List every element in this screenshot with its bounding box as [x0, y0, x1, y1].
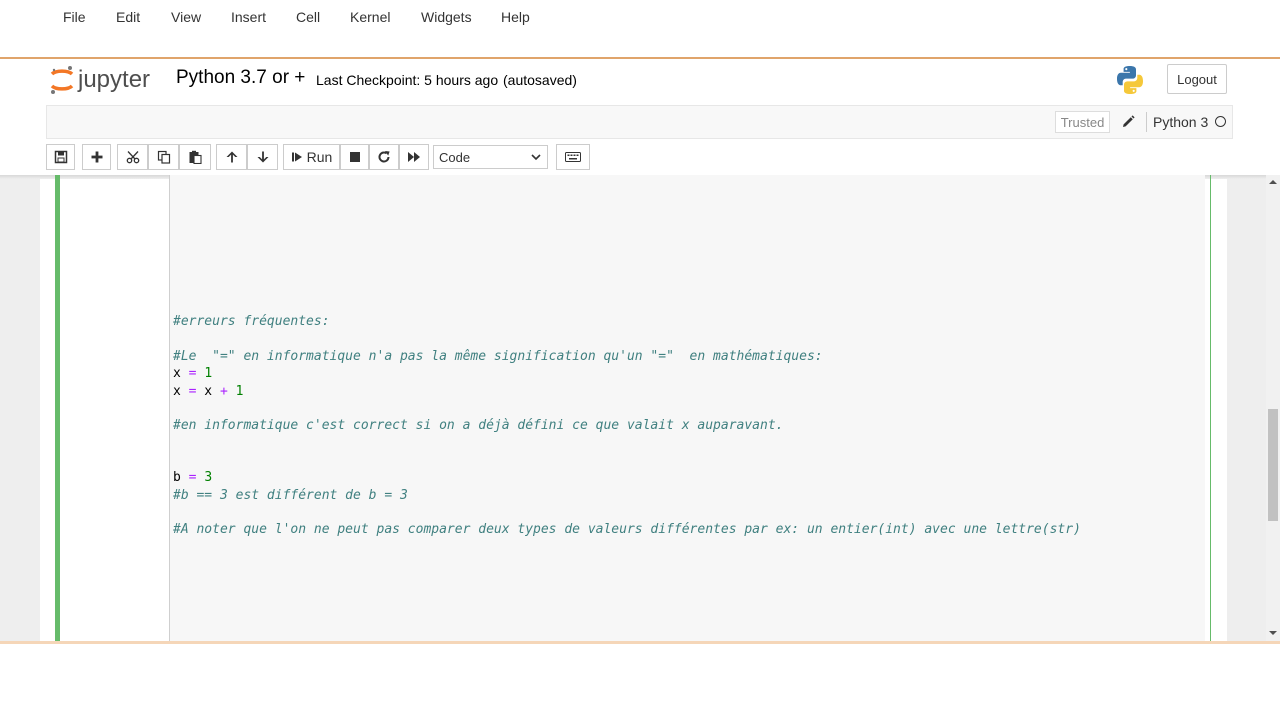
logout-button[interactable]: Logout [1167, 64, 1227, 94]
menu-kernel[interactable]: Kernel [350, 9, 390, 25]
kernel-name[interactable]: Python 3 [1153, 114, 1208, 130]
copy-button[interactable] [148, 144, 179, 170]
jupyter-logo-icon: jupyter [50, 66, 150, 94]
cut-button[interactable] [117, 144, 148, 170]
copy-icon [157, 150, 170, 164]
code-token: #Le "=" en informatique n'a pas la même … [173, 349, 823, 364]
arrow-up-icon [226, 151, 237, 163]
menu-view[interactable]: View [171, 9, 201, 25]
bottom-blank-area [0, 644, 1280, 720]
jupyter-logo[interactable]: jupyter [48, 63, 163, 97]
move-down-button[interactable] [247, 144, 278, 170]
code-editor[interactable] [169, 175, 1205, 641]
code-line: b = 3 [173, 470, 212, 485]
menu-help[interactable]: Help [501, 9, 530, 25]
scroll-up-icon[interactable] [1269, 179, 1277, 185]
arrow-down-icon [257, 151, 268, 163]
code-token: b [173, 470, 189, 485]
restart-button[interactable] [369, 144, 399, 170]
trusted-badge[interactable]: Trusted [1055, 111, 1110, 133]
code-line: #erreurs fréquentes: [173, 314, 330, 329]
notebook-name[interactable]: Python 3.7 or + [176, 67, 305, 89]
menu-edit[interactable]: Edit [116, 9, 140, 25]
chevron-down-icon [531, 154, 541, 161]
code-token: 3 [204, 470, 213, 485]
cut-icon [126, 151, 139, 164]
scrollbar-thumb[interactable] [1268, 409, 1278, 521]
menu-cell[interactable]: Cell [296, 9, 320, 25]
code-token: x [196, 384, 220, 399]
menu-widgets[interactable]: Widgets [421, 9, 472, 25]
save-icon [54, 150, 67, 164]
run-label: Run [306, 149, 333, 165]
move-up-button[interactable] [216, 144, 247, 170]
stop-icon [349, 152, 360, 162]
paste-icon [189, 150, 202, 164]
code-line: x = 1 [173, 366, 212, 381]
code-token: #A noter que l'on ne peut pas comparer d… [173, 522, 1081, 537]
kernel-idle-indicator [1215, 116, 1226, 127]
kernel-separator [1146, 112, 1147, 132]
scroll-down-icon[interactable] [1269, 630, 1277, 636]
insert-cell-button[interactable] [82, 144, 111, 170]
run-button[interactable]: Run [283, 144, 340, 170]
logo-text: jupyter [77, 66, 150, 93]
code-line: #Le "=" en informatique n'a pas la même … [173, 349, 823, 364]
menu-file[interactable]: File [63, 9, 86, 25]
command-palette-button[interactable] [556, 144, 590, 170]
code-token: #erreurs fréquentes: [173, 314, 330, 329]
code-token: #b == 3 est différent de b = 3 [173, 488, 408, 503]
cell-type-select[interactable]: Code [433, 145, 548, 169]
autosave-status: (autosaved) [503, 72, 577, 88]
code-token: x [173, 384, 189, 399]
restart-icon [378, 151, 390, 163]
code-line: #A noter que l'on ne peut pas comparer d… [173, 522, 1081, 537]
code-line: #en informatique c'est correct si on a d… [173, 418, 783, 433]
keyboard-icon [565, 152, 581, 162]
cell-type-value: Code [439, 149, 471, 165]
save-button[interactable] [46, 144, 75, 170]
code-token: x [173, 366, 189, 381]
code-token: 1 [204, 366, 213, 381]
step-forward-icon [291, 152, 302, 162]
menu-insert[interactable]: Insert [231, 9, 266, 25]
paste-button[interactable] [179, 144, 211, 170]
code-line: #b == 3 est différent de b = 3 [173, 488, 408, 503]
page-scrollbar[interactable] [1266, 175, 1280, 641]
fast-forward-icon [408, 152, 420, 162]
interrupt-button[interactable] [340, 144, 369, 170]
pencil-icon[interactable] [1120, 114, 1136, 130]
code-token: + [219, 384, 228, 399]
code-token: #en informatique c'est correct si on a d… [173, 418, 784, 433]
code-token: 1 [235, 384, 244, 399]
plus-icon [91, 151, 102, 163]
restart-run-all-button[interactable] [399, 144, 429, 170]
code-line: x = x + 1 [173, 384, 243, 399]
python-logo-icon [1114, 64, 1146, 96]
checkpoint-status: Last Checkpoint: 5 hours ago [316, 72, 499, 88]
